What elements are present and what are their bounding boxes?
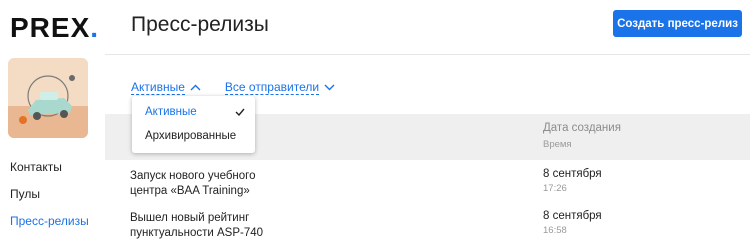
sidebar: Контакты Пулы Пресс-релизы xyxy=(10,158,89,239)
press-release-time: 16:58 xyxy=(543,225,567,236)
create-press-release-button[interactable]: Создать пресс-релиз xyxy=(613,10,742,37)
page-title: Пресс-релизы xyxy=(131,13,269,36)
sidebar-item-contacts[interactable]: Контакты xyxy=(10,158,89,185)
press-release-title[interactable]: Запуск нового учебного центра «BAA Train… xyxy=(130,169,290,199)
chevron-up-icon xyxy=(190,84,201,91)
logo-dot: . xyxy=(90,12,100,43)
status-filter-label: Активные xyxy=(131,80,185,95)
table-row[interactable]: Запуск нового учебного центра «BAA Train… xyxy=(105,160,750,202)
dropdown-option-active[interactable]: Активные xyxy=(145,106,197,118)
press-release-date: 8 сентября xyxy=(543,210,602,222)
sidebar-item-press-releases[interactable]: Пресс-релизы xyxy=(10,212,89,239)
sender-filter[interactable]: Все отправители xyxy=(224,80,335,95)
filter-bar: Активные Все отправители xyxy=(131,80,335,95)
press-release-list: Запуск нового учебного центра «BAA Train… xyxy=(105,160,750,243)
table-row[interactable]: Вышел новый рейтинг пунктуальности ASP-7… xyxy=(105,202,750,243)
sender-filter-label: Все отправители xyxy=(224,80,320,95)
status-dropdown-menu: Активные Архивированные xyxy=(132,96,255,153)
sidebar-item-pools[interactable]: Пулы xyxy=(10,185,89,212)
column-header-date[interactable]: Дата создания xyxy=(543,122,621,134)
avatar-illustration xyxy=(8,58,88,138)
header-divider xyxy=(105,54,750,55)
avatar[interactable] xyxy=(8,58,88,138)
chevron-down-icon xyxy=(324,84,335,91)
checkmark-icon xyxy=(235,108,245,116)
press-release-date: 8 сентября xyxy=(543,168,602,180)
column-header-time: Время xyxy=(543,139,572,150)
status-filter[interactable]: Активные xyxy=(131,80,201,95)
logo[interactable]: PREX. xyxy=(10,12,99,44)
press-release-title[interactable]: Вышел новый рейтинг пунктуальности ASP-7… xyxy=(130,211,290,241)
logo-text: PREX xyxy=(10,12,91,43)
press-release-time: 17:26 xyxy=(543,183,567,194)
dropdown-option-archived[interactable]: Архивированные xyxy=(145,130,236,142)
